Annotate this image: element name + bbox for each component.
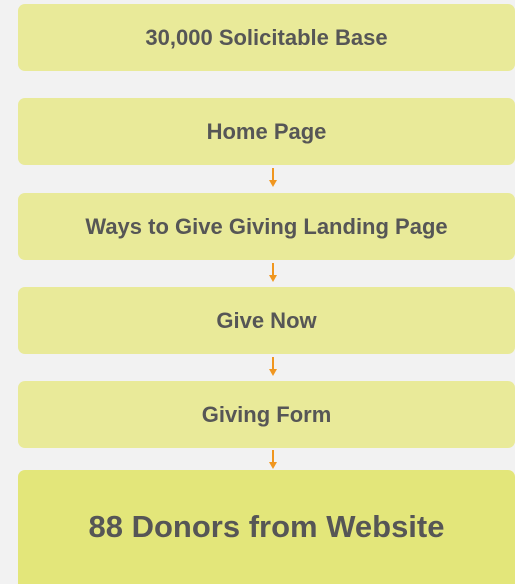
funnel-step-giving-form: Giving Form [18, 381, 515, 448]
funnel-step-label: Giving Form [201, 401, 332, 427]
down-arrow-icon [268, 357, 278, 377]
down-arrow-icon [268, 263, 278, 283]
funnel-step-label: 30,000 Solicitable Base [145, 24, 388, 50]
funnel-step-home-page: Home Page [18, 98, 515, 165]
funnel-step-ways-to-give: Ways to Give Giving Landing Page [18, 193, 515, 260]
funnel-step-label: Give Now [216, 307, 317, 333]
funnel-step-give-now: Give Now [18, 287, 515, 354]
funnel-step-label: Home Page [206, 118, 327, 144]
funnel-step-label: Ways to Give Giving Landing Page [85, 213, 448, 239]
funnel-result-label: 88 Donors from Website [88, 509, 445, 544]
down-arrow-icon [268, 168, 278, 188]
funnel-step-donors-result: 88 Donors from Website [18, 470, 515, 584]
down-arrow-icon [268, 450, 278, 470]
funnel-step-solicitable-base: 30,000 Solicitable Base [18, 4, 515, 71]
